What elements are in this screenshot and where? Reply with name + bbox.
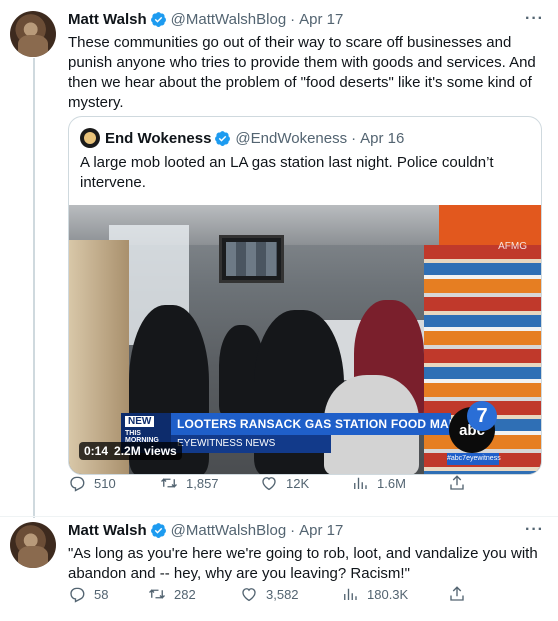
share-button[interactable] — [448, 585, 474, 603]
video-duration-overlay: 0:14 2.2M views — [79, 442, 182, 460]
author-name[interactable]: Matt Walsh — [68, 11, 147, 28]
video-scene-shelf-left — [69, 240, 129, 474]
tweet-text: "As long as you're here we're going to r… — [68, 545, 538, 582]
verified-badge-icon[interactable] — [150, 522, 167, 539]
share-icon — [450, 586, 464, 601]
tweet-text: These communities go out of their way to… — [68, 34, 536, 111]
tweet-header: Matt Walsh @MattWalshBlog · Apr 17 — [68, 11, 343, 28]
video-views: 2.2M views — [114, 444, 177, 458]
like-button[interactable]: 3,582 — [240, 585, 299, 603]
thread-connector-line — [33, 58, 35, 518]
like-icon — [242, 588, 256, 602]
news-badge-new: NEW — [125, 416, 155, 427]
quoted-author-avatar[interactable] — [80, 128, 100, 148]
like-count: 12K — [286, 475, 310, 491]
quoted-tweet-text: A large mob looted an LA gas station las… — [80, 154, 494, 191]
retweet-icon — [161, 478, 177, 488]
separator-dot: · — [290, 11, 296, 28]
video-duration: 0:14 — [84, 444, 109, 458]
news-subheadline: EYEWITNESS NEWS — [171, 435, 331, 453]
author-handle[interactable]: @MattWalshBlog — [171, 11, 287, 28]
quoted-tweet[interactable]: End Wokeness @EndWokeness · Apr 16 A lar… — [68, 116, 542, 475]
author-handle[interactable]: @MattWalshBlog — [171, 522, 287, 539]
abc7-hashtag: #abc7eyewitness — [447, 453, 501, 465]
view-count: 180.3K — [367, 586, 409, 602]
separator-dot: · — [290, 522, 296, 539]
author-name[interactable]: Matt Walsh — [68, 522, 147, 539]
news-headline: LOOTERS RANSACK GAS STATION FOOD MART — [171, 413, 465, 435]
quoted-author-name[interactable]: End Wokeness — [105, 130, 211, 147]
quoted-author-handle: @EndWokeness — [235, 129, 348, 147]
quoted-tweet-header: End Wokeness @EndWokeness · Apr 16 — [80, 128, 404, 148]
author-avatar[interactable] — [10, 11, 56, 57]
video-player[interactable]: AFMG NEW THIS MORNING LOOTERS RANSACK GA… — [69, 205, 541, 474]
share-icon — [450, 475, 464, 490]
video-watermark: AFMG — [498, 241, 527, 252]
verified-badge-icon[interactable] — [150, 11, 167, 28]
views-icon — [344, 588, 357, 600]
reply-icon — [70, 587, 85, 603]
like-count: 3,582 — [266, 586, 299, 602]
retweet-button[interactable]: 1,857 — [160, 474, 219, 492]
tweet-date[interactable]: Apr 17 — [299, 11, 343, 28]
video-scene-monitor — [219, 235, 284, 283]
views-button[interactable]: 180.3K — [341, 585, 408, 603]
author-avatar[interactable] — [10, 522, 56, 568]
verified-badge-icon — [215, 130, 231, 146]
like-icon — [262, 477, 276, 491]
view-count: 1.6M — [377, 475, 406, 491]
abc7-logo-number: 7 — [467, 401, 497, 431]
retweet-icon — [149, 589, 165, 599]
tweet-divider — [0, 516, 558, 517]
retweet-count: 1,857 — [186, 475, 219, 491]
reply-icon — [70, 476, 85, 492]
quoted-tweet-date: Apr 16 — [360, 129, 405, 147]
views-icon — [354, 477, 367, 489]
tweet-header: Matt Walsh @MattWalshBlog · Apr 17 — [68, 522, 343, 539]
reply-button[interactable]: 58 — [68, 585, 108, 603]
tweet-date[interactable]: Apr 17 — [299, 522, 343, 539]
like-button[interactable]: 12K — [260, 474, 309, 492]
views-button[interactable]: 1.6M — [351, 474, 406, 492]
reply-button[interactable]: 510 — [68, 474, 116, 492]
more-icon[interactable]: ··· — [525, 10, 544, 28]
separator-dot: · — [351, 129, 357, 147]
retweet-count: 282 — [174, 586, 196, 602]
retweet-button[interactable]: 282 — [148, 585, 196, 603]
share-button[interactable] — [448, 474, 474, 492]
more-icon[interactable]: ··· — [525, 521, 544, 539]
reply-count: 510 — [94, 475, 116, 491]
reply-count: 58 — [94, 586, 109, 602]
